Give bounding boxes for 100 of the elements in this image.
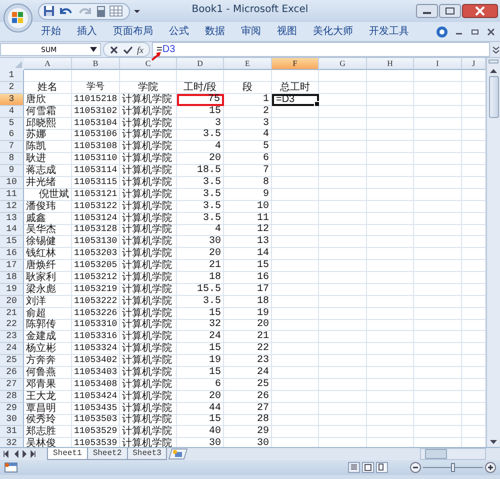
ribbon-tab[interactable]: 审阅 — [233, 22, 269, 41]
row-header[interactable]: 16 — [0, 248, 24, 260]
row-header[interactable]: 31 — [0, 426, 24, 438]
table-cell[interactable]: 计算机学院 — [120, 129, 177, 142]
table-cell[interactable]: 11053212 — [72, 272, 120, 284]
table-cell[interactable] — [272, 272, 319, 284]
table-cell[interactable]: 28 — [224, 414, 272, 426]
table-cell[interactable] — [272, 141, 319, 154]
table-cell[interactable] — [414, 426, 462, 438]
table-cell[interactable]: 王大龙 — [24, 390, 72, 403]
fill-handle[interactable] — [314, 100, 320, 107]
table-cell[interactable]: 3.5 — [177, 212, 224, 224]
table-cell[interactable] — [319, 366, 367, 379]
table-cell[interactable] — [224, 70, 272, 82]
table-cell[interactable]: 3.5 — [177, 176, 224, 189]
row-header[interactable]: 25 — [0, 355, 24, 367]
table-cell[interactable] — [414, 118, 462, 130]
table-cell[interactable]: 蒋志成 — [24, 165, 72, 177]
split-handle[interactable] — [488, 58, 499, 66]
ribbon-tab[interactable]: 视图 — [269, 22, 305, 41]
table-cell[interactable]: 75 — [177, 94, 224, 106]
table-cell[interactable]: 11053108 — [72, 141, 120, 154]
table-cell[interactable]: 11053110 — [72, 153, 120, 166]
table-cell[interactable]: 计算机学院 — [120, 402, 177, 414]
table-cell[interactable] — [319, 296, 367, 308]
table-cell[interactable] — [319, 118, 367, 130]
table-cell[interactable]: 11053222 — [72, 296, 120, 308]
table-cell[interactable]: 40 — [177, 426, 224, 438]
table-cell[interactable] — [367, 331, 414, 344]
table-cell[interactable] — [272, 200, 319, 213]
table-cell[interactable]: 9 — [224, 188, 272, 201]
table-cell[interactable] — [120, 70, 177, 82]
table-cell[interactable] — [367, 296, 414, 308]
table-cell[interactable]: 19 — [177, 355, 224, 367]
table-cell[interactable]: 侯秀玲 — [24, 414, 72, 426]
macro-record-icon[interactable] — [4, 462, 18, 473]
row-header[interactable]: 21 — [0, 308, 24, 320]
table-cell[interactable]: 邱晓熙 — [24, 118, 72, 130]
dropdown-icon[interactable] — [133, 7, 141, 15]
table-cell[interactable] — [319, 70, 367, 82]
table-cell[interactable]: 11053529 — [72, 426, 120, 438]
table-cell[interactable]: 计算机学院 — [120, 224, 177, 236]
close-button[interactable] — [462, 4, 498, 18]
table-cell[interactable]: 11015218 — [72, 94, 120, 106]
table-cell[interactable]: 俞超 — [24, 308, 72, 320]
table-cell[interactable] — [272, 70, 319, 82]
row-header[interactable]: 20 — [0, 296, 24, 308]
expand-icon[interactable] — [492, 46, 500, 54]
calculator-icon[interactable] — [96, 4, 106, 18]
row-header[interactable]: 28 — [0, 390, 24, 403]
table-cell[interactable]: 陈凯 — [24, 141, 72, 154]
row-header[interactable]: 3 — [0, 94, 24, 106]
table-cell[interactable]: 计算机学院 — [120, 426, 177, 438]
table-cell[interactable]: 11053205 — [72, 260, 120, 272]
row-header[interactable]: 12 — [0, 200, 24, 213]
table-cell[interactable] — [319, 390, 367, 403]
table-cell[interactable] — [319, 272, 367, 284]
table-cell[interactable]: 倪世斌 — [24, 188, 72, 201]
table-cell[interactable] — [319, 106, 367, 118]
table-cell[interactable]: 18.5 — [177, 165, 224, 177]
table-cell[interactable]: 19 — [224, 308, 272, 320]
table-cell[interactable]: 总工时 — [272, 82, 319, 94]
table-cell[interactable]: 计算机学院 — [120, 319, 177, 332]
table-cell[interactable] — [414, 141, 462, 154]
table-cell[interactable] — [319, 165, 367, 177]
table-cell[interactable]: 计算机学院 — [120, 153, 177, 166]
restore-button[interactable] — [439, 4, 461, 18]
column-header[interactable]: B — [72, 58, 120, 70]
check-icon[interactable] — [123, 44, 133, 54]
dropdown-icon[interactable] — [90, 47, 97, 52]
sheet-tab[interactable]: Sheet2 — [86, 448, 128, 460]
table-cell[interactable]: 23 — [224, 355, 272, 367]
table-cell[interactable]: 3.5 — [177, 188, 224, 201]
table-cell[interactable]: 刘洋 — [24, 296, 72, 308]
table-cell[interactable]: 金建成 — [24, 331, 72, 344]
table-cell[interactable]: 11053106 — [72, 129, 120, 142]
table-cell[interactable] — [414, 129, 462, 142]
table-cell[interactable] — [367, 82, 414, 94]
ribbon-tab[interactable]: 开始 — [33, 22, 69, 41]
table-cell[interactable]: 4 — [177, 224, 224, 236]
table-cell[interactable] — [414, 296, 462, 308]
ribbon-tab[interactable]: 插入 — [69, 22, 105, 41]
table-cell[interactable]: 11053203 — [72, 248, 120, 260]
table-cell[interactable] — [367, 260, 414, 272]
table-cell[interactable]: 6 — [224, 153, 272, 166]
table-cell[interactable]: 11053104 — [72, 118, 120, 130]
ribbon-tab[interactable]: 美化大师 — [305, 22, 361, 41]
zoom-in-icon[interactable] — [485, 462, 496, 473]
table-cell[interactable] — [319, 343, 367, 356]
table-cell[interactable]: 计算机学院 — [120, 308, 177, 320]
table-cell[interactable]: 计算机学院 — [120, 272, 177, 284]
table-cell[interactable]: 15 — [177, 343, 224, 356]
table-cell[interactable]: 6 — [177, 378, 224, 391]
table-cell[interactable] — [272, 248, 319, 260]
table-cell[interactable]: 7 — [224, 165, 272, 177]
table-cell[interactable]: 14 — [224, 248, 272, 260]
table-cell[interactable] — [367, 390, 414, 403]
table-cell[interactable] — [414, 165, 462, 177]
table-cell[interactable]: 11053102 — [72, 106, 120, 118]
table-cell[interactable]: 11053310 — [72, 319, 120, 332]
